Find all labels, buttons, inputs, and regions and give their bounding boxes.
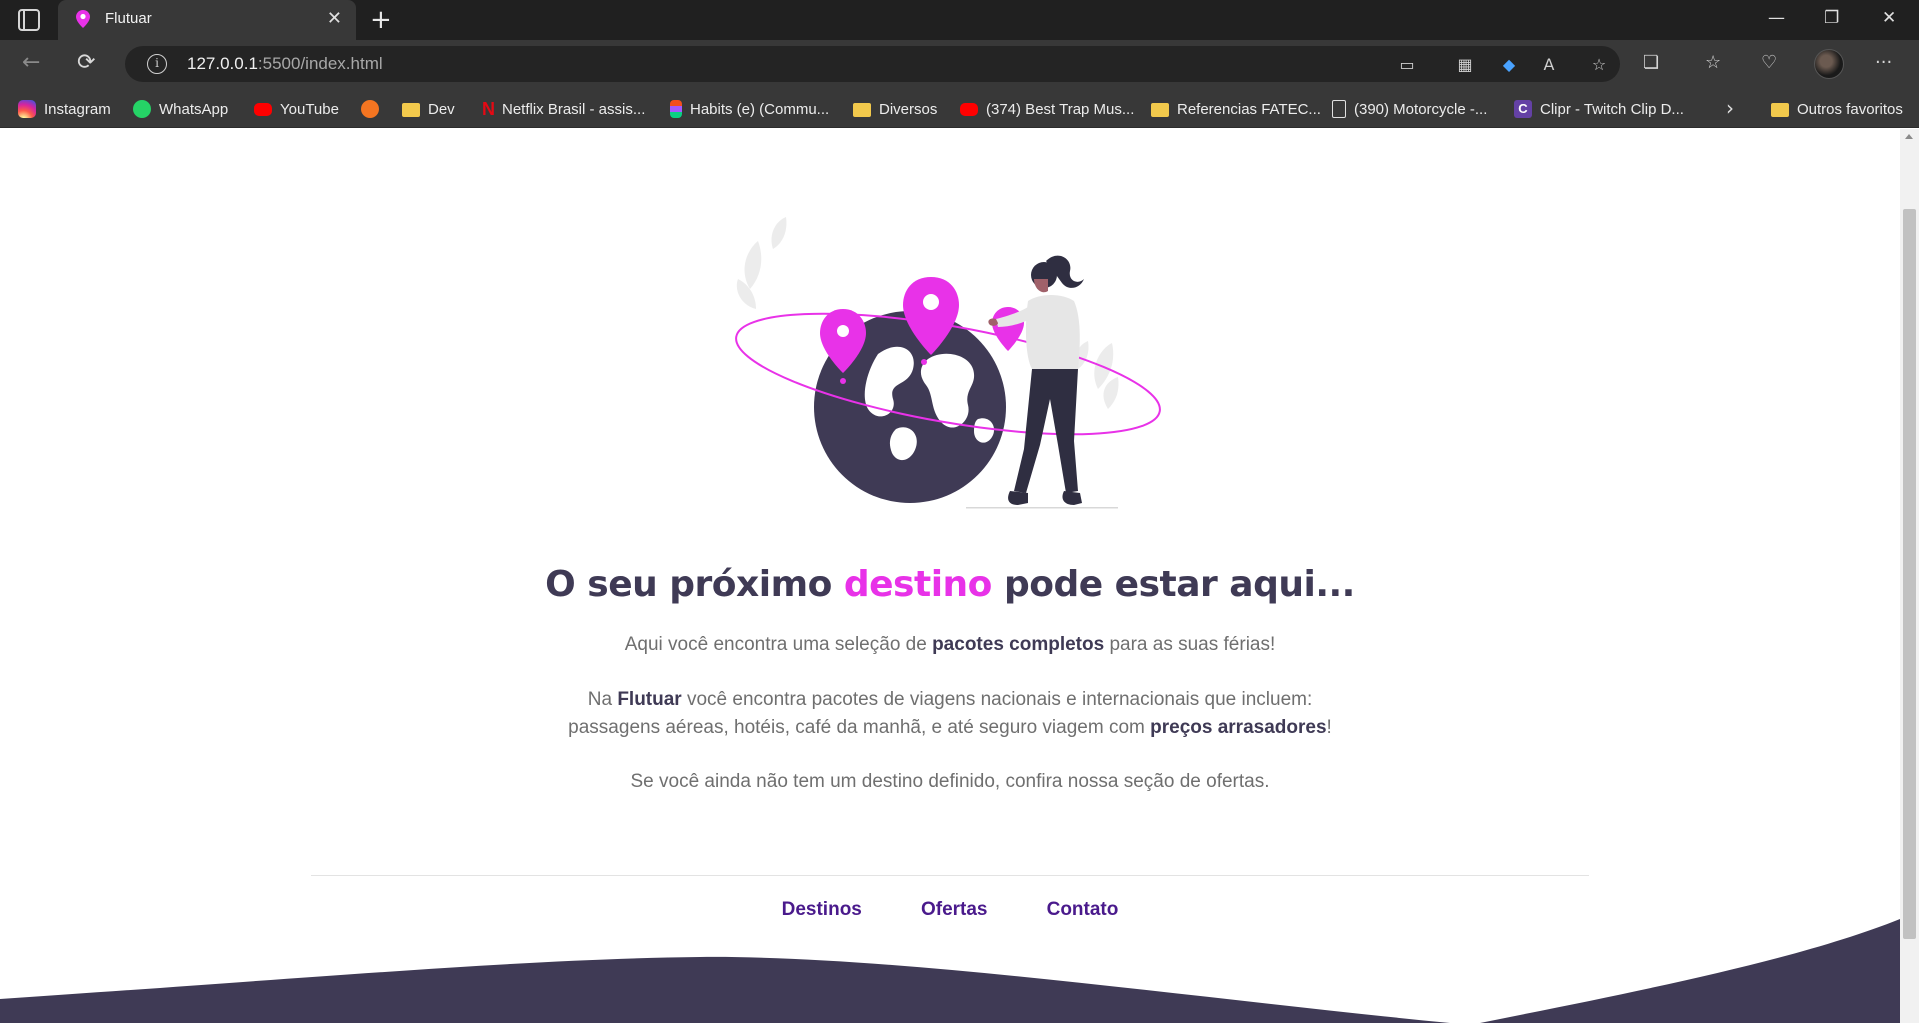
headline-accent: destino [843,564,993,605]
travel-illustration [735,217,1161,509]
bookmarks-bar: Instagram WhatsApp YouTube Dev N Netflix … [0,88,1919,128]
folder-icon [1151,103,1169,117]
read-aloud-icon[interactable]: A [1539,55,1559,74]
new-tab-button[interactable]: + [370,6,392,34]
favorites-icon[interactable]: ☆ [1705,52,1721,73]
footer-wave [0,919,1900,1023]
more-options-icon[interactable]: ··· [1875,52,1892,73]
scroll-up-icon[interactable] [1905,134,1913,139]
instagram-icon [18,100,36,118]
close-tab-icon[interactable]: ✕ [327,9,342,29]
bookmark-crunchyroll[interactable] [361,98,387,120]
site-info-icon[interactable]: i [147,54,167,74]
intro-paragraph: Aqui você encontra uma seleção de pacote… [624,634,1276,655]
bookmark-netflix[interactable]: N Netflix Brasil - assis... [482,98,645,120]
figma-icon [670,100,682,118]
device-icon[interactable]: ▭ [1397,55,1417,74]
bookmark-dev-folder[interactable]: Dev [402,98,455,120]
bookmark-whatsapp[interactable]: WhatsApp [133,98,228,120]
close-window-icon[interactable]: ✕ [1882,8,1896,28]
folder-icon [402,103,420,117]
netflix-icon: N [482,99,495,119]
description-paragraph: Na Flutuar você encontra pacotes de viag… [568,689,1332,738]
collections-icon[interactable]: ❏ [1643,52,1659,73]
youtube-icon [960,102,978,116]
refresh-icon[interactable]: ⟳ [77,50,95,76]
profile-avatar[interactable] [1814,49,1844,79]
bookmark-motorcycle[interactable]: (390) Motorcycle -... [1332,98,1487,120]
back-icon[interactable]: ← [22,50,40,76]
tab-actions-icon[interactable] [18,9,40,31]
browser-essentials-icon[interactable]: ♡ [1761,52,1777,73]
bookmark-best-trap[interactable]: (374) Best Trap Mus... [960,98,1134,120]
coupon-tag-icon[interactable]: ◆ [1499,55,1519,74]
document-icon [1332,100,1346,118]
footer-divider [311,875,1589,876]
browser-titlebar: Flutuar ✕ + — ❐ ✕ [0,0,1919,40]
minimize-icon[interactable]: — [1768,8,1785,28]
add-favorite-icon[interactable]: ☆ [1589,55,1609,74]
chevron-right-icon[interactable]: › [1726,96,1734,120]
apps-icon[interactable]: ▦ [1455,55,1475,74]
map-pin-icon [76,10,90,28]
nav-link-contato[interactable]: Contato [1047,899,1119,921]
youtube-icon [254,102,272,116]
folder-icon [853,103,871,117]
bookmark-referencias-folder[interactable]: Referencias FATEC... [1151,98,1321,120]
tab-title: Flutuar [105,10,152,27]
page-viewport: O seu próximo destino pode estar aqui...… [0,129,1919,1023]
whatsapp-icon [133,100,151,118]
clipr-icon: C [1514,100,1532,118]
footer-nav: Destinos Ofertas Contato [0,899,1900,921]
nav-link-ofertas[interactable]: Ofertas [921,899,988,921]
bookmark-diversos-folder[interactable]: Diversos [853,98,937,120]
nav-link-destinos[interactable]: Destinos [782,899,862,921]
scrollbar-thumb[interactable] [1903,209,1916,939]
bookmark-youtube[interactable]: YouTube [254,98,339,120]
offers-paragraph: Se você ainda não tem um destino definid… [630,771,1270,792]
restore-icon[interactable]: ❐ [1824,8,1839,28]
url-text[interactable]: 127.0.0.1:5500/index.html [187,54,383,74]
bookmark-habits[interactable]: Habits (e) (Commu... [670,98,829,120]
page-headline: O seu próximo destino pode estar aqui... [545,564,1355,605]
page-scrollbar[interactable] [1900,129,1919,1023]
folder-icon [1771,103,1789,117]
bookmark-clipr[interactable]: C Clipr - Twitch Clip D... [1514,98,1684,120]
crunchyroll-icon [361,100,379,118]
browser-tab[interactable]: Flutuar ✕ [58,0,356,40]
address-bar[interactable]: i 127.0.0.1:5500/index.html ▭ ▦ ◆ A ☆ [125,46,1620,82]
bookmark-instagram[interactable]: Instagram [18,98,111,120]
browser-toolbar: ← ⟳ i 127.0.0.1:5500/index.html ▭ ▦ ◆ A … [0,40,1919,88]
bookmark-other-favorites[interactable]: Outros favoritos [1771,98,1903,120]
